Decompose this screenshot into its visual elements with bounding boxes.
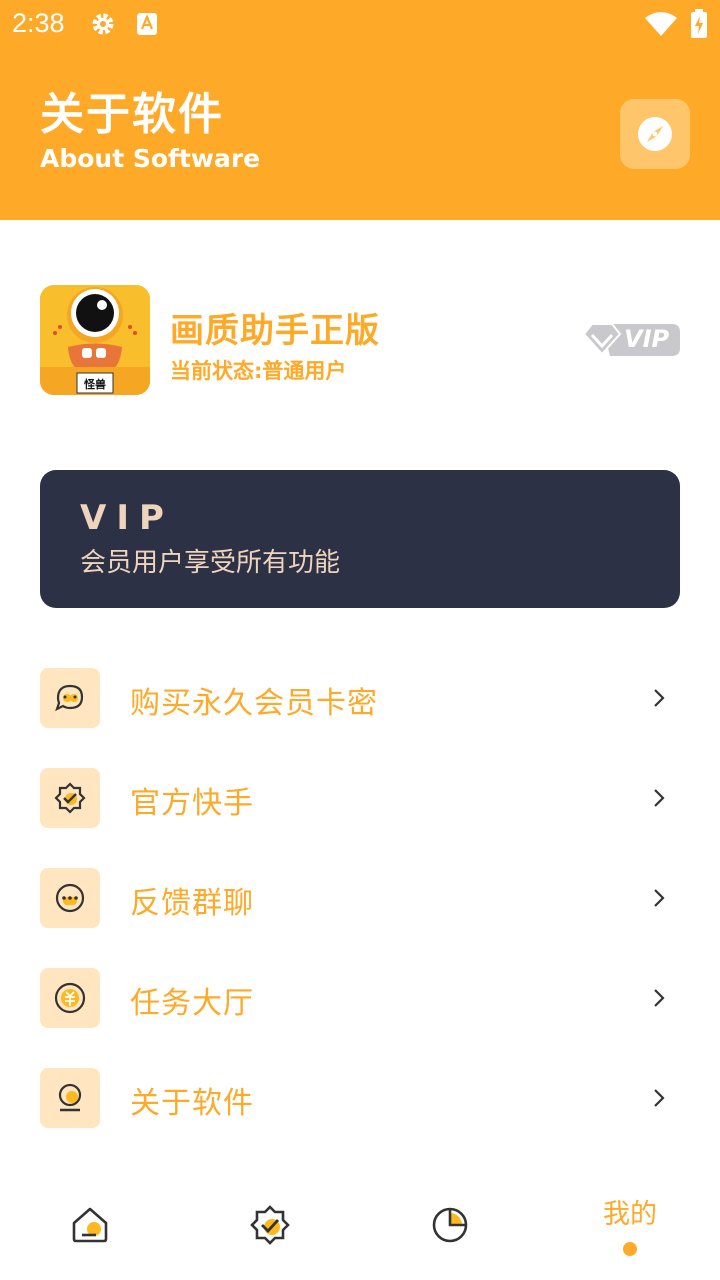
verified-badge-icon	[40, 768, 100, 828]
status-bar: 2:38	[0, 0, 720, 50]
nav-mine[interactable]: 我的	[540, 1170, 720, 1280]
menu-item-official-kuaishou[interactable]: 官方快手	[40, 768, 680, 828]
app-name: 画质助手正版	[170, 311, 380, 351]
user-icon	[40, 1068, 100, 1128]
chat-icon	[40, 668, 100, 728]
nav-stats[interactable]	[360, 1170, 540, 1280]
chevron-right-icon	[654, 989, 665, 1007]
app-info: 怪兽 画质助手正版 当前状态:普通用户 VIP	[40, 285, 680, 395]
chevron-right-icon	[654, 689, 665, 707]
nav-verified[interactable]	[180, 1170, 360, 1280]
menu-label: 官方快手	[130, 786, 254, 821]
bottom-nav: 我的	[0, 1170, 720, 1280]
menu-item-task-hall[interactable]: 任务大厅	[40, 968, 680, 1028]
nav-mine-label: 我的	[603, 1199, 657, 1230]
verified-badge-icon	[250, 1205, 290, 1245]
message-dots-icon	[40, 868, 100, 928]
vip-card-title: VIP	[80, 498, 174, 538]
vip-card-subtitle: 会员用户享受所有功能	[80, 548, 341, 578]
menu-label: 购买永久会员卡密	[130, 686, 378, 721]
app-logo: 怪兽	[40, 285, 150, 395]
chevron-right-icon	[654, 1089, 665, 1107]
vip-card[interactable]: VIP 会员用户享受所有功能	[40, 470, 680, 608]
font-a-icon	[136, 12, 158, 40]
page-subtitle: About Software	[40, 144, 261, 173]
settings-icon	[90, 11, 116, 41]
vip-badge-text: VIP	[624, 325, 670, 353]
chevron-right-icon	[654, 789, 665, 807]
vip-badge: VIP	[580, 320, 680, 364]
battery-icon	[690, 9, 708, 43]
pie-chart-icon	[432, 1207, 468, 1243]
wifi-icon	[644, 11, 678, 41]
status-time: 2:38	[12, 8, 65, 38]
active-indicator	[623, 1242, 637, 1256]
page-title: 关于软件	[40, 89, 224, 140]
menu-label: 关于软件	[130, 1086, 254, 1121]
coin-icon	[40, 968, 100, 1028]
compass-button[interactable]	[620, 99, 690, 169]
home-icon	[72, 1207, 108, 1243]
menu-item-buy-membership[interactable]: 购买永久会员卡密	[40, 668, 680, 728]
menu-label: 任务大厅	[130, 986, 254, 1021]
menu-label: 反馈群聊	[130, 886, 254, 921]
nav-home[interactable]	[0, 1170, 180, 1280]
menu-item-about-software[interactable]: 关于软件	[40, 1068, 680, 1128]
compass-icon	[638, 117, 672, 151]
chevron-right-icon	[654, 889, 665, 907]
header: 2:38 关于软件 About Software	[0, 0, 720, 220]
menu-item-feedback-group[interactable]: 反馈群聊	[40, 868, 680, 928]
app-logo-caption: 怪兽	[84, 378, 106, 391]
user-status: 当前状态:普通用户	[170, 359, 347, 383]
